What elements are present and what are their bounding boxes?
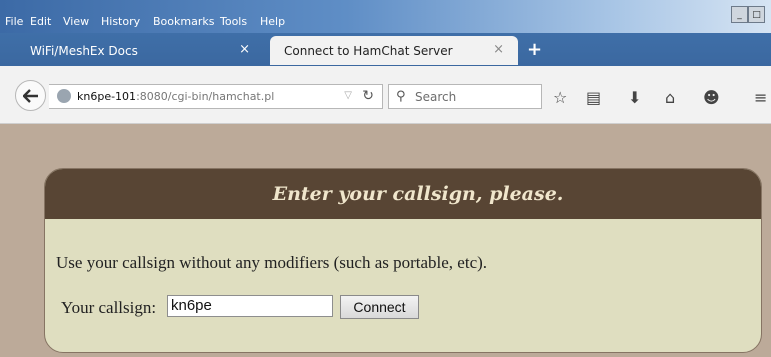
- menu-help[interactable]: Help: [260, 15, 285, 28]
- back-arrow-icon: [22, 88, 38, 103]
- chat-icon[interactable]: ☻: [703, 88, 720, 107]
- url-host: kn6pe-101: [77, 90, 137, 103]
- hamburger-menu-icon[interactable]: ≡: [754, 88, 767, 107]
- back-button[interactable]: [15, 80, 46, 111]
- tab-hamchat[interactable]: Connect to HamChat Server ×: [270, 36, 518, 65]
- url-text: kn6pe-101:8080/cgi-bin/hamchat.pl: [77, 90, 274, 103]
- panel-header: Enter your callsign, please.: [45, 169, 761, 219]
- instructions-text: Use your callsign without any modifiers …: [56, 253, 488, 272]
- menu-bar: File Edit View History Bookmarks Tools H…: [0, 0, 771, 33]
- maximize-button[interactable]: □: [748, 6, 765, 23]
- download-icon[interactable]: ⬇: [628, 88, 641, 107]
- url-bar[interactable]: kn6pe-101:8080/cgi-bin/hamchat.pl ▽ ↻: [49, 84, 383, 109]
- tab-strip: WiFi/MeshEx Docs × Connect to HamChat Se…: [0, 33, 771, 66]
- menu-edit[interactable]: Edit: [30, 15, 51, 28]
- tab-meshex-docs[interactable]: WiFi/MeshEx Docs ×: [16, 36, 264, 65]
- tab-title: Connect to HamChat Server: [284, 43, 453, 58]
- callsign-label: Your callsign:: [61, 298, 157, 317]
- menu-history[interactable]: History: [101, 15, 140, 28]
- home-icon[interactable]: ⌂: [665, 88, 675, 107]
- search-bar[interactable]: ⚲ Search: [388, 84, 542, 109]
- callsign-input[interactable]: kn6pe: [167, 295, 333, 317]
- menu-view[interactable]: View: [63, 15, 89, 28]
- globe-icon: [57, 89, 71, 103]
- minimize-button[interactable]: _: [731, 6, 748, 23]
- close-icon[interactable]: ×: [493, 42, 504, 57]
- tab-title: WiFi/MeshEx Docs: [30, 43, 138, 58]
- connect-button[interactable]: Connect: [340, 295, 419, 319]
- panel-title: Enter your callsign, please.: [272, 183, 564, 205]
- dropdown-arrow-icon[interactable]: ▽: [344, 90, 352, 101]
- menu-file[interactable]: File: [5, 15, 23, 28]
- callsign-panel: Enter your callsign, please. Use your ca…: [44, 168, 762, 353]
- reload-icon[interactable]: ↻: [362, 88, 374, 104]
- search-icon: ⚲: [396, 89, 406, 104]
- menu-tools[interactable]: Tools: [220, 15, 247, 28]
- window-controls: _ □: [731, 6, 765, 26]
- navigation-bar: kn6pe-101:8080/cgi-bin/hamchat.pl ▽ ↻ ⚲ …: [0, 66, 771, 124]
- menu-bookmarks[interactable]: Bookmarks: [153, 15, 214, 28]
- new-tab-button[interactable]: +: [527, 39, 542, 60]
- url-path: :8080/cgi-bin/hamchat.pl: [136, 90, 275, 103]
- search-placeholder: Search: [415, 90, 457, 104]
- star-icon[interactable]: ☆: [553, 88, 567, 107]
- reading-list-icon[interactable]: ▤: [586, 88, 601, 107]
- close-icon[interactable]: ×: [239, 42, 250, 57]
